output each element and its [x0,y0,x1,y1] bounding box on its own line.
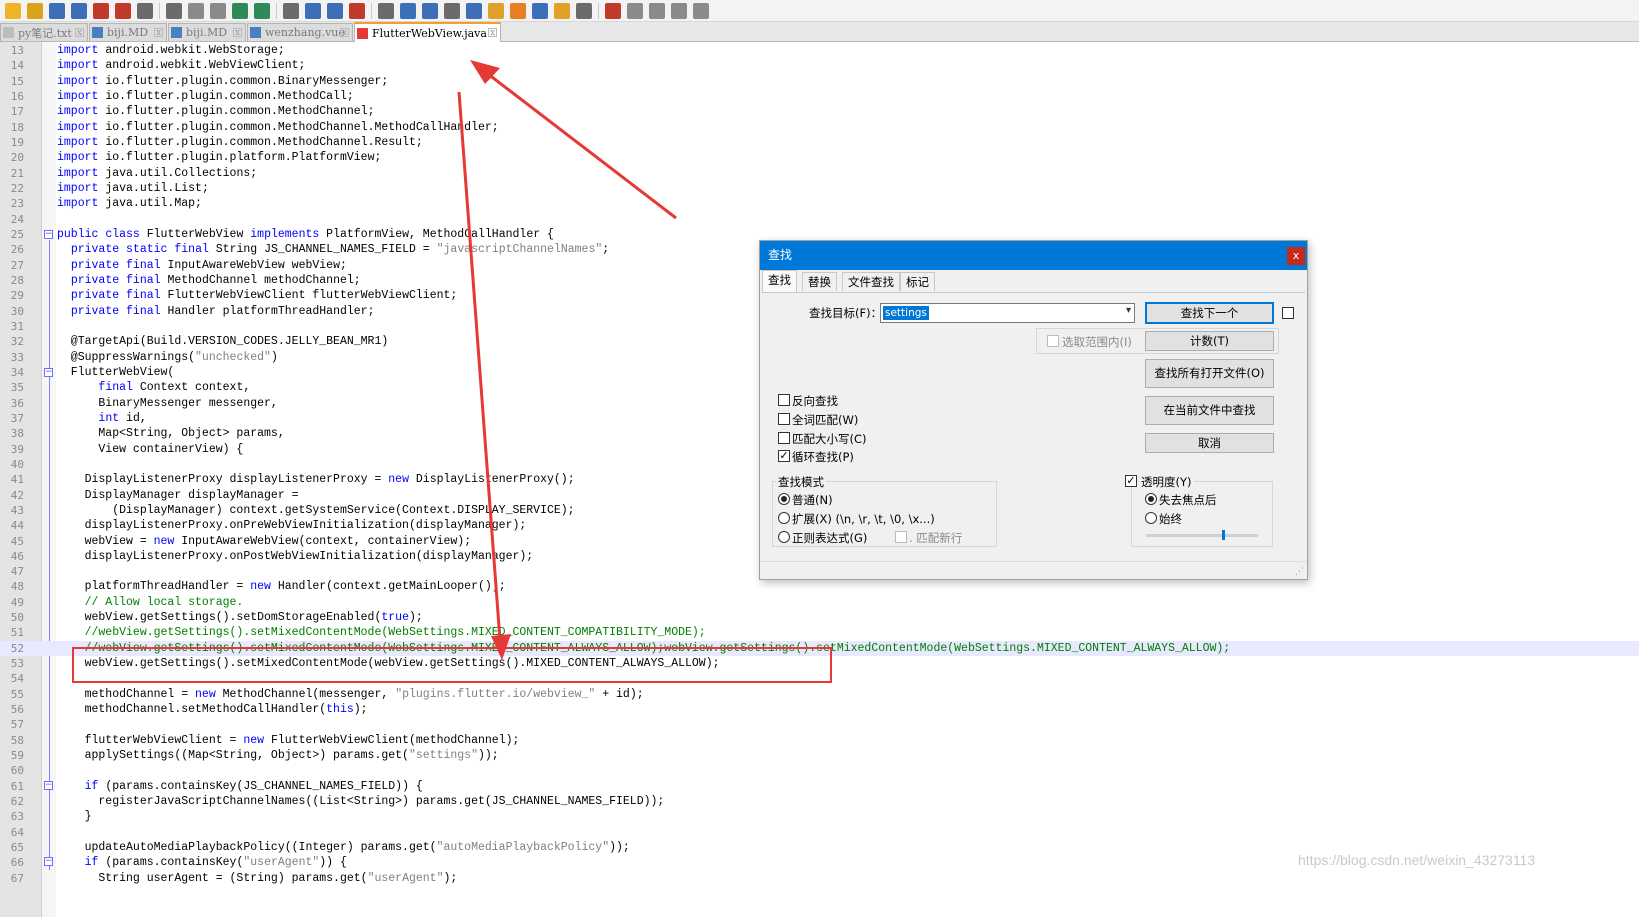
mode-regex-radio[interactable] [778,531,790,543]
count-button[interactable]: 计数(T) [1145,331,1274,351]
resize-grip-icon[interactable]: ⋰ [1295,567,1304,577]
find-input-value: settings [883,306,929,320]
reverse-search-label: 反向查找 [792,394,838,408]
whole-word-checkbox[interactable] [778,413,790,425]
transparency-checkbox[interactable]: ✓ [1125,475,1137,487]
arrow-to-tab [487,72,677,220]
find-target-label: 查找目标(F)： [809,306,883,320]
dot-newline-label: . 匹配新行 [909,531,963,545]
transparency-label: 透明度(Y) [1139,474,1194,490]
wrap-around-label: 循环查找(P) [792,450,854,464]
mode-extended-radio[interactable] [778,512,790,524]
on-lose-focus-label: 失去焦点后 [1159,493,1217,507]
match-case-label: 匹配大小写(C) [792,432,867,446]
find-next-button[interactable]: 查找下一个 [1145,302,1274,324]
on-lose-focus-radio[interactable] [1145,493,1157,505]
chevron-down-icon[interactable]: ▾ [1126,305,1131,316]
tab-mark[interactable]: 标记 [900,272,935,291]
transparency-slider[interactable] [1146,530,1258,540]
watermark: https://blog.csdn.net/weixin_43273113 [1298,852,1536,868]
always-radio[interactable] [1145,512,1157,524]
always-label: 始终 [1159,512,1182,526]
dialog-title-bar[interactable]: 查找 x [760,241,1307,270]
mode-normal-radio[interactable] [778,493,790,505]
mode-extended-label: 扩展(X) (\n, \r, \t, \0, \x...) [792,512,935,526]
status-strip [760,561,1307,580]
in-selection-label: 选取范围内(I) [1062,335,1132,349]
mode-regex-label: 正则表达式(G) [792,531,868,545]
find-all-open-button[interactable]: 查找所有打开文件(O) [1145,359,1274,388]
tab-find[interactable]: 查找 [762,270,797,292]
wrap-around-checkbox[interactable]: ✓ [778,450,790,462]
dot-newline-checkbox[interactable] [895,531,907,543]
in-selection-checkbox[interactable] [1047,335,1059,347]
arrow-to-line [457,91,502,641]
arrow-head [491,634,511,660]
dialog-title: 查找 [768,248,793,262]
whole-word-label: 全词匹配(W) [792,413,859,427]
mode-normal-label: 普通(N) [792,493,833,507]
find-input[interactable]: settings ▾ [880,303,1135,323]
cancel-button[interactable]: 取消 [1145,433,1274,453]
dialog-tabs: 查找 替换 文件查找 标记 [762,270,1305,293]
reverse-search-checkbox[interactable] [778,394,790,406]
tab-find-in-files[interactable]: 文件查找 [842,272,900,291]
slider-thumb[interactable] [1222,530,1225,540]
match-case-checkbox[interactable] [778,432,790,444]
find-dialog: 查找 x 查找 替换 文件查找 标记 查找目标(F)： settings ▾ 查… [759,240,1308,580]
search-mode-title: 查找模式 [776,474,826,490]
tab-replace[interactable]: 替换 [802,272,837,291]
close-button[interactable]: x [1287,247,1305,265]
find-in-current-button[interactable]: 在当前文件中查找 [1145,396,1274,425]
find-next-checkbox[interactable] [1282,307,1294,319]
